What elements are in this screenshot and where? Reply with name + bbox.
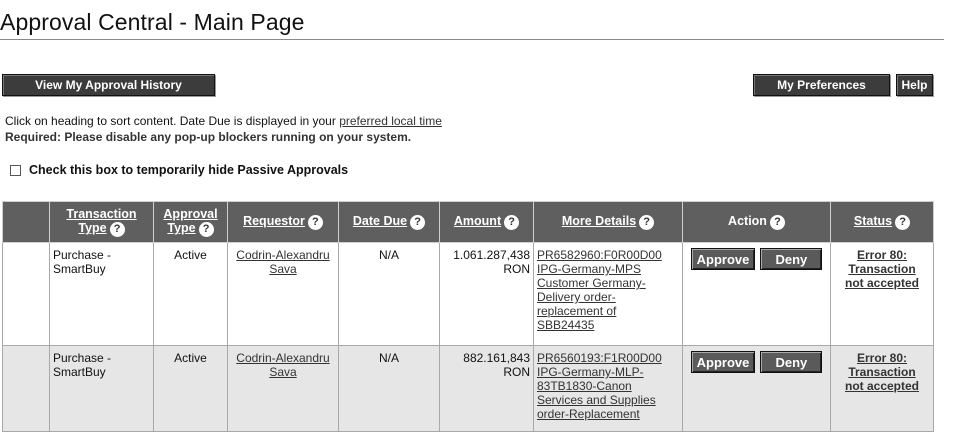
date-due-cell: N/A (338, 242, 440, 346)
help-button[interactable]: Help (896, 74, 933, 96)
question-circle-icon[interactable]: ? (639, 214, 655, 230)
date-due-text: N/A (378, 351, 399, 365)
header-transaction-type-label-2[interactable]: Type (78, 221, 106, 235)
details-link[interactable]: order-Replacement (537, 407, 640, 421)
amount-cell: 882.161,843 RON (439, 345, 534, 432)
approval-type-text: Active (174, 351, 207, 365)
header-requestor[interactable]: Requestor? (227, 201, 339, 243)
details-link[interactable]: Delivery order- (537, 290, 616, 304)
details-link[interactable]: replacement of (537, 304, 616, 318)
amount-cell: 1.061.287,438 RON (439, 242, 534, 346)
amount-value: 882.161,843 (463, 351, 530, 365)
question-circle-icon[interactable]: ? (198, 221, 214, 237)
action-cell: Approve Deny (682, 345, 831, 432)
transaction-type-text-2: SmartBuy (53, 365, 106, 379)
approval-type-text: Active (174, 248, 207, 262)
preferred-local-time-link[interactable]: preferred local time (339, 114, 442, 128)
approvals-table: Transaction Type? Approval Type? Request… (2, 201, 934, 432)
details-link[interactable]: PR6560193:F1R00D00 (537, 351, 662, 365)
page-title: Approval Central - Main Page (0, 9, 305, 35)
details-link[interactable]: 83TB1830-Canon (537, 379, 632, 393)
deny-button[interactable]: Deny (760, 351, 823, 373)
header-blank (2, 201, 50, 243)
details-link[interactable]: IPG-Germany-MPS (537, 262, 641, 276)
table-row: Purchase - SmartBuy Active Codrin-Alexan… (2, 345, 934, 432)
approve-button[interactable]: Approve (690, 248, 756, 270)
question-circle-icon[interactable]: ? (109, 221, 125, 237)
transaction-type-cell: Purchase - SmartBuy (49, 345, 154, 432)
header-transaction-type[interactable]: Transaction Type? (49, 201, 154, 243)
status-link[interactable]: Error 80: (857, 351, 907, 365)
view-approval-history-button[interactable]: View My Approval History (2, 74, 215, 96)
hide-passive-approvals-label[interactable]: Check this box to temporarily hide Passi… (29, 163, 348, 177)
header-more-details[interactable]: More Details? (533, 201, 683, 243)
requestor-cell: Codrin-Alexandru Sava (227, 242, 339, 346)
title-divider (0, 39, 944, 40)
transaction-type-text-2: SmartBuy (53, 262, 106, 276)
date-due-cell: N/A (338, 345, 440, 432)
status-link[interactable]: Transaction (848, 365, 915, 379)
row-blank-cell (2, 242, 50, 346)
header-approval-type-label[interactable]: Approval (163, 207, 217, 221)
details-link[interactable]: Services and Supplies (537, 393, 656, 407)
status-cell: Error 80: Transaction not accepted (830, 242, 934, 346)
header-date-due-label[interactable]: Date Due (353, 214, 407, 228)
header-action: Action? (682, 201, 831, 243)
header-amount[interactable]: Amount? (439, 201, 534, 243)
date-due-text: N/A (378, 248, 399, 262)
status-link[interactable]: not accepted (845, 379, 919, 393)
transaction-type-text: Purchase - (53, 248, 112, 262)
status-link[interactable]: not accepted (845, 276, 919, 290)
amount-currency: RON (503, 262, 530, 276)
amount-currency: RON (503, 365, 530, 379)
header-more-details-label[interactable]: More Details (562, 214, 636, 228)
header-amount-label[interactable]: Amount (454, 214, 501, 228)
question-circle-icon[interactable]: ? (307, 214, 323, 230)
question-circle-icon[interactable]: ? (769, 214, 785, 230)
table-row: Purchase - SmartBuy Active Codrin-Alexan… (2, 242, 934, 346)
requestor-link[interactable]: Codrin-Alexandru (236, 351, 329, 365)
more-details-cell: PR6560193:F1R00D00 IPG-Germany-MLP- 83TB… (533, 345, 683, 432)
table-header-row: Transaction Type? Approval Type? Request… (2, 201, 934, 243)
details-link[interactable]: PR6582960:F0R00D00 (537, 248, 662, 262)
question-circle-icon[interactable]: ? (410, 214, 426, 230)
amount-value: 1.061.287,438 (453, 248, 530, 262)
transaction-type-cell: Purchase - SmartBuy (49, 242, 154, 346)
header-date-due[interactable]: Date Due? (338, 201, 440, 243)
requestor-link-2[interactable]: Sava (269, 365, 296, 379)
header-action-label: Action (728, 214, 767, 229)
details-link[interactable]: SBB24435 (537, 318, 594, 332)
approval-type-cell: Active (153, 345, 228, 432)
status-link[interactable]: Error 80: (857, 248, 907, 262)
sort-instructions-text: Click on heading to sort content. Date D… (5, 114, 340, 128)
transaction-type-text: Purchase - (53, 351, 112, 365)
deny-button[interactable]: Deny (760, 248, 823, 270)
hide-passive-approvals-checkbox[interactable] (10, 164, 21, 176)
more-details-cell: PR6582960:F0R00D00 IPG-Germany-MPS Custo… (533, 242, 683, 346)
row-blank-cell (2, 345, 50, 432)
requestor-cell: Codrin-Alexandru Sava (227, 345, 339, 432)
question-circle-icon[interactable]: ? (895, 214, 911, 230)
requestor-link-2[interactable]: Sava (269, 262, 296, 276)
header-status-label[interactable]: Status (854, 214, 892, 228)
approve-button[interactable]: Approve (690, 351, 756, 373)
header-status[interactable]: Status? (830, 201, 934, 243)
action-cell: Approve Deny (682, 242, 831, 346)
hide-passive-approvals-row: Check this box to temporarily hide Passi… (10, 163, 348, 177)
details-link[interactable]: Customer Germany- (537, 276, 646, 290)
status-cell: Error 80: Transaction not accepted (830, 345, 934, 432)
header-requestor-label[interactable]: Requestor (243, 214, 305, 228)
details-link[interactable]: IPG-Germany-MLP- (537, 365, 644, 379)
header-approval-type[interactable]: Approval Type? (153, 201, 228, 243)
header-approval-type-label-2[interactable]: Type (167, 221, 195, 235)
requestor-link[interactable]: Codrin-Alexandru (236, 248, 329, 262)
sort-instructions: Click on heading to sort content. Date D… (5, 114, 442, 128)
question-circle-icon[interactable]: ? (504, 214, 520, 230)
status-link[interactable]: Transaction (848, 262, 915, 276)
header-transaction-type-label[interactable]: Transaction (66, 207, 136, 221)
popup-blocker-notice: Required: Please disable any pop-up bloc… (5, 130, 412, 144)
approval-type-cell: Active (153, 242, 228, 346)
my-preferences-button[interactable]: My Preferences (753, 74, 890, 96)
